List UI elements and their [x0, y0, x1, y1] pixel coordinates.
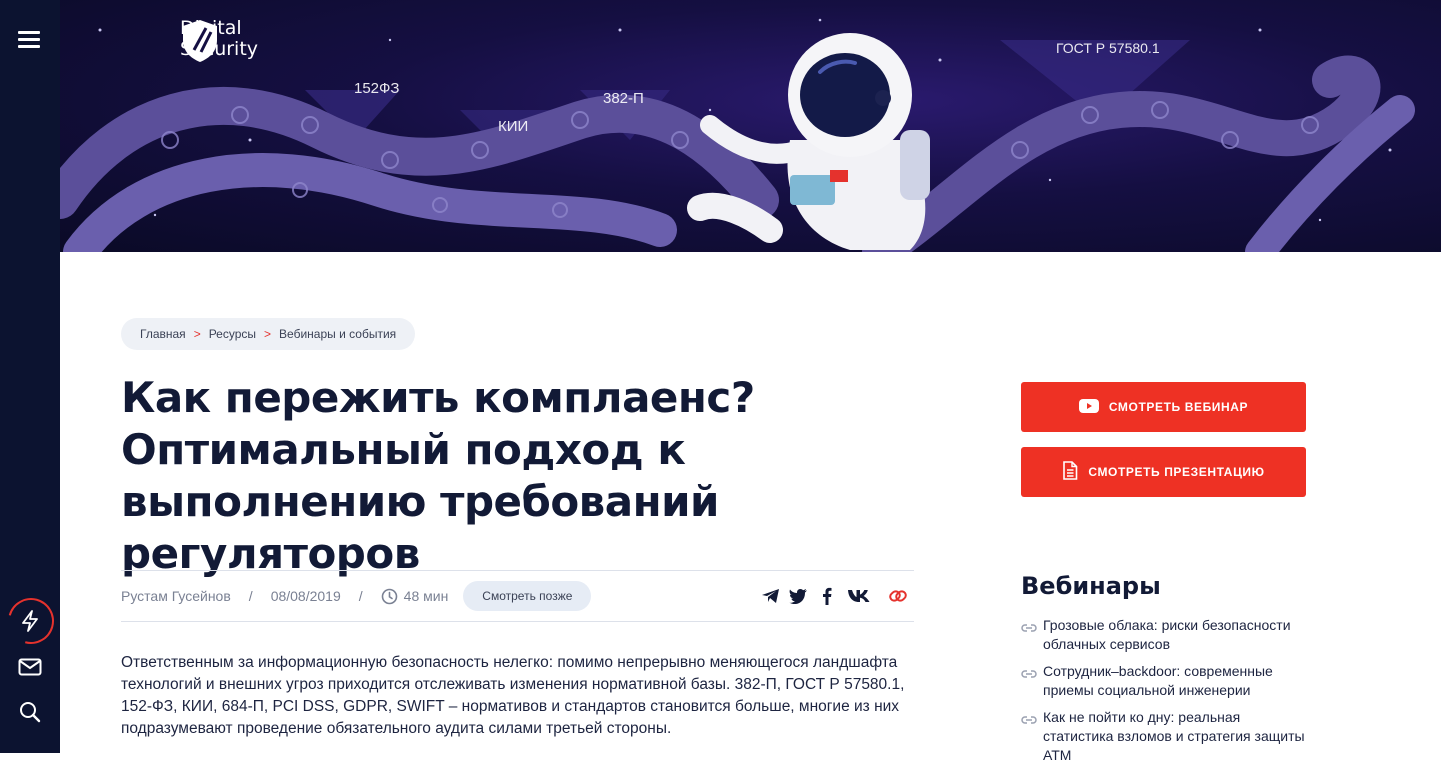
breadcrumb-resources[interactable]: Ресурсы: [209, 327, 256, 341]
menu-icon[interactable]: [18, 28, 42, 48]
lightning-icon[interactable]: [15, 606, 45, 636]
article-meta: Рустам Гусейнов / 08/08/2019 / 48 мин См…: [121, 581, 592, 611]
hero-banner: Digital Security 152ФЗ КИИ 382-П ГОСТ Р …: [60, 0, 1441, 252]
watch-presentation-label: СМОТРЕТЬ ПРЕЗЕНТАЦИЮ: [1088, 465, 1265, 479]
watch-presentation-button[interactable]: СМОТРЕТЬ ПРЕЗЕНТАЦИЮ: [1021, 447, 1306, 497]
clock-icon: [381, 588, 398, 605]
breadcrumb-home[interactable]: Главная: [140, 327, 186, 341]
twitter-icon[interactable]: [787, 585, 809, 607]
watch-webinar-button[interactable]: СМОТРЕТЬ ВЕБИНАР: [1021, 382, 1306, 432]
read-time: 48 мин: [403, 588, 449, 604]
author-name[interactable]: Рустам Гусейнов: [121, 588, 231, 604]
watch-later-button[interactable]: Смотреть позже: [463, 581, 592, 611]
banner-tag-152fz: 152ФЗ: [354, 80, 400, 97]
webinar-title: Сотрудник–backdoor: современные приемы с…: [1043, 663, 1273, 698]
copy-link-icon[interactable]: [887, 585, 909, 607]
brand-logo[interactable]: Digital Security: [180, 18, 258, 62]
left-sidebar: [0, 0, 63, 753]
webinar-title: Как не пойти ко дну: реальная статистика…: [1043, 709, 1305, 763]
webinar-link[interactable]: Как не пойти ко дну: реальная статистика…: [1021, 708, 1311, 765]
webinar-link[interactable]: Грозовые облака: риски безопасности обла…: [1021, 616, 1311, 654]
facebook-icon[interactable]: [816, 585, 838, 607]
shield-icon: [183, 20, 217, 62]
search-icon[interactable]: [15, 697, 45, 727]
meta-divider-top: [121, 570, 914, 571]
article-lead: Ответственным за информационную безопасн…: [121, 654, 905, 737]
breadcrumb: Главная > Ресурсы > Вебинары и события: [121, 318, 416, 350]
publish-date: 08/08/2019: [270, 588, 341, 604]
meta-divider-bottom: [121, 621, 914, 622]
webinar-title: Грозовые облака: риски безопасности обла…: [1043, 617, 1291, 652]
mail-icon[interactable]: [15, 652, 45, 682]
meta-separator: /: [248, 588, 253, 604]
banner-tag-kii: КИИ: [498, 118, 529, 135]
telegram-icon[interactable]: [759, 585, 781, 607]
document-icon: [1062, 461, 1078, 483]
breadcrumb-webinars[interactable]: Вебинары и события: [279, 327, 396, 341]
breadcrumb-separator: >: [264, 327, 272, 341]
youtube-icon: [1078, 398, 1099, 416]
webinars-heading: Вебинары: [1021, 572, 1161, 600]
page-title: Как пережить комплаенс? Оптимальный подх…: [121, 373, 755, 578]
vk-icon[interactable]: [846, 585, 872, 607]
link-icon: [1021, 662, 1037, 700]
webinar-link[interactable]: Сотрудник–backdoor: современные приемы с…: [1021, 662, 1311, 700]
banner-tag-gost: ГОСТ Р 57580.1: [1056, 40, 1160, 56]
space-illustration: [60, 18, 1415, 252]
banner-tag-382p: 382-П: [603, 90, 644, 107]
breadcrumb-separator: >: [193, 327, 201, 341]
meta-separator: /: [358, 588, 363, 604]
watch-webinar-label: СМОТРЕТЬ ВЕБИНАР: [1108, 400, 1249, 414]
link-icon: [1021, 708, 1037, 765]
link-icon: [1021, 616, 1037, 654]
